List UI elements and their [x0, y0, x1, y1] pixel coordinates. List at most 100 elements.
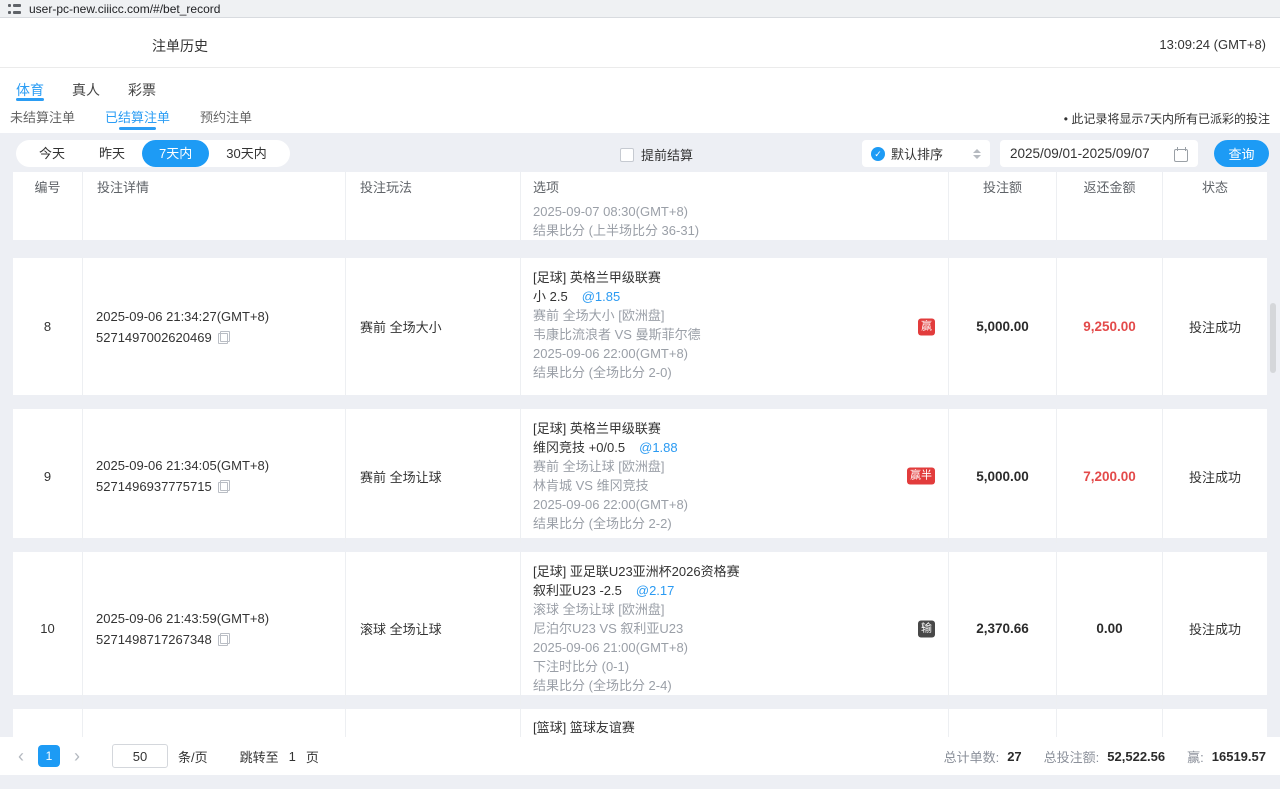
- bet-no: 9: [13, 409, 82, 543]
- option-line: 2025-09-07 08:30(GMT+8): [533, 202, 908, 221]
- filter-bar: 今天 昨天 7天内 30天内 提前结算 ✓ 默认排序 2025/09/01-20…: [0, 140, 1280, 167]
- table-row[interactable]: 9 2025-09-06 21:34:05(GMT+8) 52714969377…: [13, 409, 1267, 538]
- league-name: [足球] 亚足联U23亚洲杯2026资格赛: [533, 562, 908, 581]
- play-type: 赛前 全场大小: [345, 258, 520, 395]
- page-size-input[interactable]: [112, 744, 168, 768]
- result-badge: 输: [918, 620, 935, 637]
- filter-30days-button[interactable]: 30天内: [209, 140, 283, 167]
- totals-summary: 总计单数: 27 总投注额: 52,522.56 赢: 16519.57: [944, 747, 1266, 766]
- odds: @1.85: [582, 289, 621, 304]
- league-name: [足球] 英格兰甲级联赛: [533, 268, 908, 287]
- date-range-input[interactable]: 2025/09/01-2025/09/07: [1000, 140, 1198, 167]
- per-page-label: 条/页: [178, 747, 208, 766]
- league-name: [足球] 英格兰甲级联赛: [533, 419, 908, 438]
- pick: 叙利亚U23 -2.5: [533, 583, 622, 598]
- stake-amount: 5,000.00: [976, 469, 1029, 484]
- tab-live[interactable]: 真人: [72, 80, 100, 101]
- result-badge: 赢半: [907, 468, 935, 485]
- record-notice: • 此记录将显示7天内所有已派彩的投注: [1064, 110, 1270, 127]
- col-play: 投注玩法: [345, 172, 520, 200]
- calendar-icon[interactable]: [1174, 147, 1188, 161]
- vertical-scrollbar-thumb[interactable]: [1270, 303, 1276, 373]
- option-line: 尼泊尔U23 VS 叙利亚U23: [533, 619, 908, 638]
- filter-7days-button[interactable]: 7天内: [142, 140, 209, 167]
- play-type: 赛前 全场让球: [345, 409, 520, 543]
- table-row[interactable]: 10 2025-09-06 21:43:59(GMT+8) 5271498717…: [13, 552, 1267, 695]
- tab-lottery[interactable]: 彩票: [128, 80, 156, 101]
- check-circle-icon: ✓: [871, 147, 885, 161]
- table-row-partial-top: 2025-09-07 08:30(GMT+8) 结果比分 (上半场比分 36-3…: [13, 200, 1267, 240]
- bet-no: 10: [13, 552, 82, 705]
- table-row[interactable]: 8 2025-09-06 21:34:27(GMT+8) 52714970026…: [13, 258, 1267, 395]
- option-line: 赛前 全场大小 [欧洲盘]: [533, 306, 908, 325]
- bet-status: 投注成功: [1162, 258, 1267, 395]
- early-settlement-filter[interactable]: 提前结算: [620, 145, 693, 164]
- total-stake-value: 52,522.56: [1107, 749, 1165, 764]
- bet-status: 投注成功: [1162, 409, 1267, 543]
- next-page-button[interactable]: ›: [70, 747, 84, 765]
- col-detail: 投注详情: [82, 172, 345, 200]
- bet-no: 8: [13, 258, 82, 395]
- copy-icon[interactable]: [218, 331, 230, 344]
- bet-time: 2025-09-06 21:43:59(GMT+8): [96, 608, 345, 629]
- option-line: 韦康比流浪者 VS 曼斯菲尔德: [533, 325, 908, 344]
- early-settlement-label: 提前结算: [641, 145, 693, 164]
- early-settlement-checkbox[interactable]: [620, 148, 634, 162]
- pagination: ‹ 1 › 条/页 跳转至 1 页: [14, 744, 319, 768]
- bet-id: 5271498717267348: [96, 629, 212, 650]
- odds: @1.88: [639, 440, 678, 455]
- page-header: 注单历史 13:09:24 (GMT+8): [0, 18, 1280, 68]
- bet-table: 编号 投注详情 投注玩法 选项 投注额 返还金额 状态 2025-09-07 0…: [13, 172, 1267, 737]
- sort-select-label: 默认排序: [891, 144, 967, 163]
- tab-unsettled[interactable]: 未结算注单: [10, 107, 75, 132]
- table-row-partial-bottom: [篮球] 篮球友谊赛: [13, 709, 1267, 737]
- result-badge: 赢: [918, 318, 935, 335]
- tab-sports[interactable]: 体育: [16, 80, 44, 101]
- search-button[interactable]: 查询: [1214, 140, 1269, 167]
- category-tabs: 体育 真人 彩票: [0, 68, 1280, 101]
- bet-id: 5271497002620469: [96, 327, 212, 348]
- pick: 维冈竞技 +0/0.5: [533, 440, 625, 455]
- page-number-button[interactable]: 1: [38, 745, 60, 767]
- url-text[interactable]: user-pc-new.ciiicc.com/#/bet_record: [29, 2, 220, 16]
- play-type: 滚球 全场让球: [345, 552, 520, 705]
- copy-icon[interactable]: [218, 480, 230, 493]
- copy-icon[interactable]: [218, 633, 230, 646]
- col-payout: 返还金额: [1056, 172, 1162, 200]
- jump-to-label: 跳转至: [240, 747, 279, 766]
- total-win-value: 16519.57: [1212, 749, 1266, 764]
- filter-today-button[interactable]: 今天: [22, 140, 82, 167]
- tab-switcher-icon[interactable]: [8, 4, 21, 14]
- option-line: 赛前 全场让球 [欧洲盘]: [533, 457, 908, 476]
- col-option: 选项: [520, 172, 948, 200]
- total-count-value: 27: [1007, 749, 1021, 764]
- sort-select[interactable]: ✓ 默认排序: [862, 140, 990, 167]
- sort-arrows-icon: [973, 149, 981, 159]
- col-stake: 投注额: [948, 172, 1056, 200]
- prev-page-button[interactable]: ‹: [14, 747, 28, 765]
- settlement-tabs: 未结算注单 已结算注单 预约注单 • 此记录将显示7天内所有已派彩的投注: [0, 101, 1280, 132]
- date-range-value: 2025/09/01-2025/09/07: [1010, 146, 1150, 161]
- footer-bar: ‹ 1 › 条/页 跳转至 1 页 总计单数: 27 总投注额: 52,522.…: [0, 737, 1280, 775]
- tab-settled[interactable]: 已结算注单: [105, 107, 170, 132]
- top-panel: 注单历史 13:09:24 (GMT+8) 体育 真人 彩票 未结算注单 已结算…: [0, 18, 1280, 133]
- total-win-label: 赢:: [1187, 747, 1204, 766]
- league-name: [篮球] 篮球友谊赛: [533, 718, 908, 737]
- page-unit-label: 页: [306, 747, 319, 766]
- option-line: 林肯城 VS 维冈竞技: [533, 476, 908, 495]
- table-header: 编号 投注详情 投注玩法 选项 投注额 返还金额 状态: [13, 172, 1267, 200]
- stake-amount: 5,000.00: [976, 319, 1029, 334]
- date-quick-filters: 今天 昨天 7天内 30天内: [16, 140, 290, 167]
- server-clock: 13:09:24 (GMT+8): [1159, 37, 1266, 52]
- browser-url-bar: user-pc-new.ciiicc.com/#/bet_record: [0, 0, 1280, 18]
- jump-page-value[interactable]: 1: [289, 749, 296, 764]
- page-title: 注单历史: [152, 36, 208, 56]
- option-line: 结果比分 (上半场比分 36-31): [533, 221, 908, 240]
- bet-time: 2025-09-06 21:34:27(GMT+8): [96, 306, 345, 327]
- tab-reserved[interactable]: 预约注单: [200, 107, 252, 132]
- bet-status: 投注成功: [1162, 552, 1267, 705]
- filter-yesterday-button[interactable]: 昨天: [82, 140, 142, 167]
- bet-record-page: user-pc-new.ciiicc.com/#/bet_record 注单历史…: [0, 0, 1280, 789]
- option-line: 2025-09-06 22:00(GMT+8): [533, 344, 908, 363]
- col-no: 编号: [13, 172, 82, 200]
